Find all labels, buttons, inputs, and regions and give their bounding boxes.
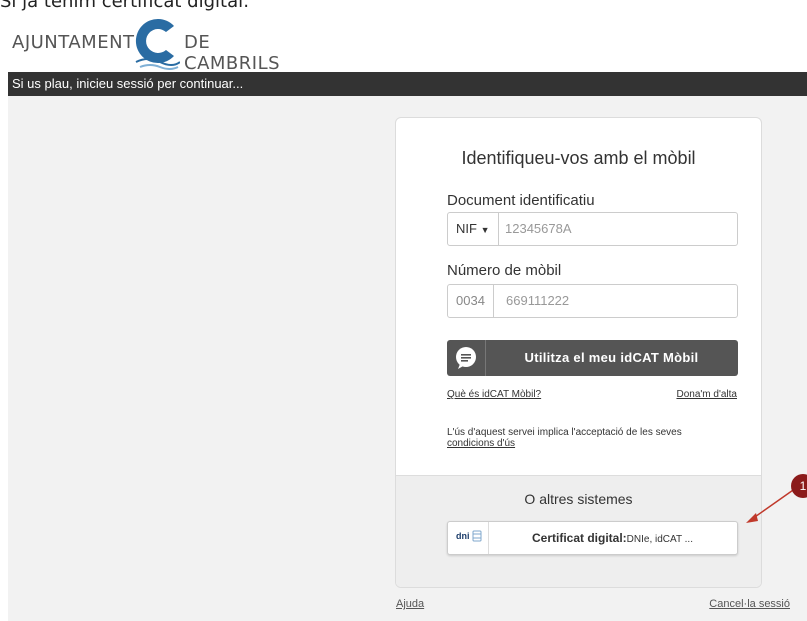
mobile-country-prefix: 0034 [448, 285, 494, 317]
idcat-icon-box [447, 340, 486, 376]
chip-icon [472, 530, 482, 542]
document-label: Document identificatiu [447, 192, 595, 209]
municipality-logo: AJUNTAMENT DE CAMBRILS [12, 18, 312, 74]
digital-certificate-button[interactable]: dni Certificat digital:DNIe, idCAT ... [447, 521, 738, 555]
topbar-message: Si us plau, inicieu sessió per continuar… [12, 76, 244, 91]
login-card-title: Identifiqueu-vos amb el mòbil [461, 148, 696, 168]
signup-link[interactable]: Dona'm d'alta [676, 389, 737, 400]
mobile-field: 0034 669111222 [447, 284, 738, 318]
terms-link[interactable]: condicions d'ús [447, 438, 515, 449]
dni-icon-box: dni [448, 522, 489, 554]
document-type-value: NIF [456, 221, 477, 236]
cambrils-c-logo-icon [135, 19, 180, 70]
login-card: Identifiqueu-vos amb el mòbil Document i… [395, 117, 762, 588]
document-number-input[interactable]: 12345678A [505, 213, 572, 245]
terms-text: L'ús d'aquest servei implica l'acceptaci… [447, 427, 682, 438]
idcat-mobile-button[interactable]: Utilitza el meu idCAT Mòbil [447, 340, 738, 376]
other-systems-section: O altres sistemes dni Certificat digital… [396, 475, 761, 587]
idcat-button-label: Utilitza el meu idCAT Mòbil [524, 350, 699, 365]
document-field: NIF ▼ 12345678A [447, 212, 738, 246]
other-systems-title: O altres sistemes [524, 491, 633, 507]
mobile-number-input[interactable]: 669111222 [506, 285, 569, 317]
what-is-idcat-link[interactable]: Què és idCAT Mòbil? [447, 389, 541, 400]
certificate-button-label: Certificat digital:DNIe, idCAT ... [488, 522, 737, 556]
dni-logo-icon: dni [456, 531, 470, 541]
logo-left-text: AJUNTAMENT [12, 32, 135, 53]
certificate-label-rest: DNIe, idCAT ... [626, 534, 693, 545]
certificate-label-bold: Certificat digital: [531, 531, 627, 545]
document-type-select[interactable]: NIF ▼ [448, 213, 499, 245]
terms-notice: L'ús d'aquest servei implica l'acceptaci… [447, 427, 747, 449]
mobile-label: Número de mòbil [447, 262, 562, 279]
caret-down-icon: ▼ [480, 225, 490, 235]
chat-bubble-icon [456, 347, 476, 369]
cancel-session-link[interactable]: Cancel·la sessió [709, 598, 790, 610]
session-topbar: Si us plau, inicieu sessió per continuar… [8, 72, 807, 96]
page-caption: Si ja tenim certificat digital: [0, 0, 250, 12]
logo-right-text: DE CAMBRILS [184, 32, 281, 74]
help-link[interactable]: Ajuda [396, 598, 424, 610]
